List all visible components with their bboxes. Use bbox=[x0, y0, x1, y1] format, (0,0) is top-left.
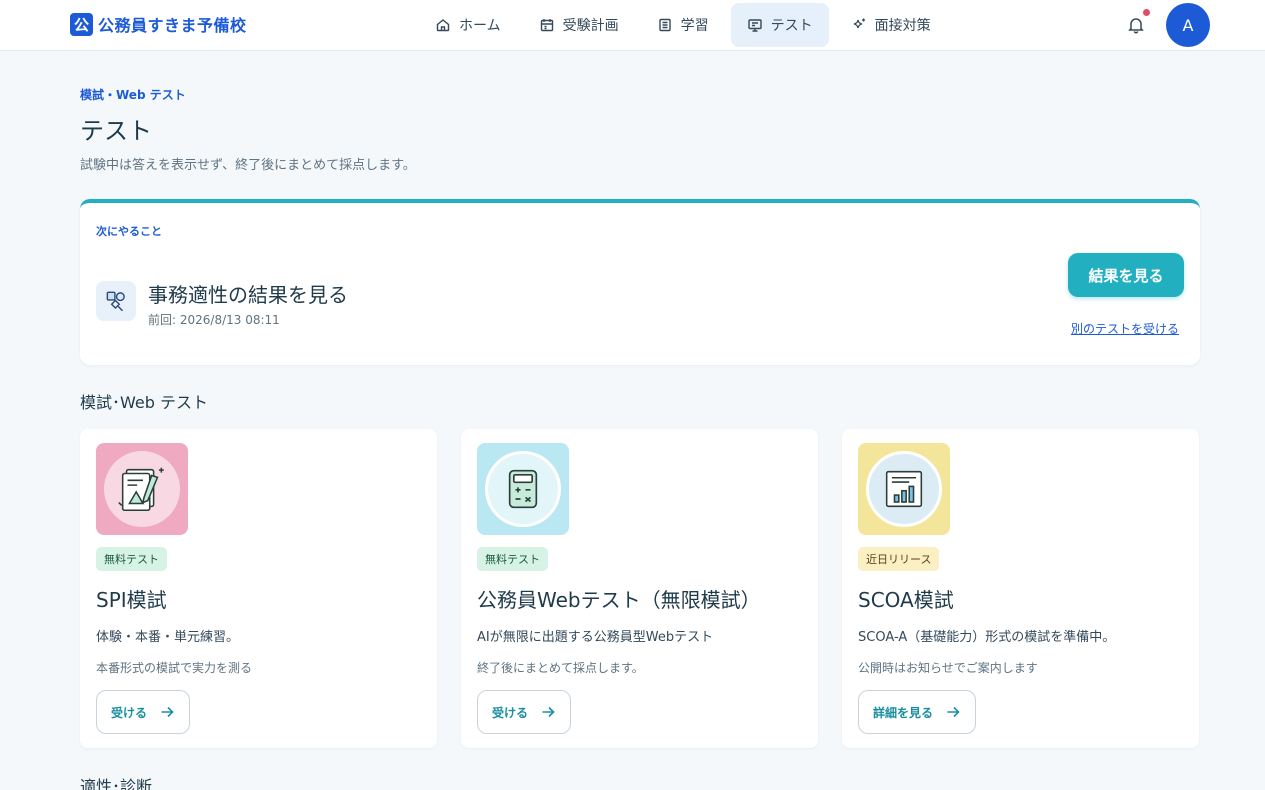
nav-item-label: 学習 bbox=[680, 18, 709, 34]
top-navigation-bar: 公 公務員すきま予備校 ホーム 受験計画 学習 テスト 面接対策 A bbox=[0, 0, 1265, 51]
card-subtext: 終了後にまとめて採点します。 bbox=[477, 661, 644, 675]
card-image bbox=[96, 443, 188, 535]
next-action-title: 事務適性の結果を見る bbox=[148, 283, 348, 307]
card-subtext: 公開時はお知らせでご案内します bbox=[858, 661, 1038, 675]
status-badge: 近日リリース bbox=[858, 547, 940, 571]
test-card-scoa: 近日リリース SCOA模試 SCOA-A（基礎能力）形式の模試を準備中。 公開時… bbox=[842, 429, 1199, 748]
arrow-right-icon bbox=[945, 704, 961, 720]
brand-name: 公務員すきま予備校 bbox=[98, 16, 247, 35]
calculator-icon bbox=[508, 469, 538, 509]
nav-item-plan[interactable]: 受験計画 bbox=[523, 3, 635, 47]
nav-item-home[interactable]: ホーム bbox=[419, 3, 517, 47]
section-title-aptitude: 適性･診断 bbox=[80, 777, 153, 790]
home-icon bbox=[435, 17, 451, 33]
take-another-test-link[interactable]: 別のテストを受ける bbox=[1071, 320, 1179, 337]
view-details-button[interactable]: 詳細を見る bbox=[858, 690, 977, 734]
brand-logo-mark: 公 bbox=[70, 12, 93, 36]
nav-item-label: 面接対策 bbox=[874, 18, 931, 34]
main-nav: ホーム 受験計画 学習 テスト 面接対策 bbox=[419, 3, 947, 47]
notification-button[interactable] bbox=[1126, 9, 1150, 35]
nav-item-study[interactable]: 学習 bbox=[641, 3, 725, 47]
section-title-mock-tests: 模試･Web テスト bbox=[80, 393, 208, 412]
view-results-button[interactable]: 結果を見る bbox=[1068, 253, 1184, 297]
book-icon bbox=[657, 17, 673, 33]
nav-item-label: ホーム bbox=[459, 18, 501, 34]
card-image bbox=[477, 443, 569, 535]
card-title: SCOA模試 bbox=[858, 588, 954, 612]
page-description: 試験中は答えを表示せず、終了後にまとめて採点します。 bbox=[80, 158, 416, 173]
calendar-icon bbox=[539, 17, 555, 33]
card-image bbox=[858, 443, 950, 535]
page-title: テスト bbox=[80, 117, 152, 145]
button-label: 詳細を見る bbox=[873, 705, 934, 720]
card-description: AIが無限に出題する公務員型Webテスト bbox=[477, 630, 714, 645]
monitor-icon bbox=[747, 17, 763, 33]
arrow-right-icon bbox=[540, 704, 556, 720]
card-description: SCOA-A（基礎能力）形式の模試を準備中。 bbox=[858, 630, 1116, 645]
next-action-card: 次にやること 事務適性の結果を見る 前回: 2026/8/13 08:11 結果… bbox=[80, 199, 1200, 365]
card-title: SPI模試 bbox=[96, 588, 167, 612]
test-card-web-test: 無料テスト 公務員Webテスト（無限模試） AIが無限に出題する公務員型Webテ… bbox=[461, 429, 818, 748]
nav-item-test[interactable]: テスト bbox=[730, 3, 829, 47]
nav-item-label: テスト bbox=[770, 18, 813, 34]
notification-dot bbox=[1143, 9, 1150, 16]
nav-item-interview[interactable]: 面接対策 bbox=[835, 3, 947, 47]
status-badge: 無料テスト bbox=[477, 547, 548, 571]
status-badge: 無料テスト bbox=[96, 547, 167, 571]
next-action-icon bbox=[96, 281, 136, 321]
take-test-button[interactable]: 受ける bbox=[477, 690, 572, 734]
card-title: 公務員Webテスト（無限模試） bbox=[477, 588, 761, 612]
next-action-last-time: 前回: 2026/8/13 08:11 bbox=[148, 313, 280, 327]
aptitude-icon bbox=[106, 291, 125, 312]
sparkle-icon bbox=[851, 17, 867, 33]
card-subtext: 本番形式の模試で実力を測る bbox=[96, 661, 253, 675]
nav-item-label: 受験計画 bbox=[562, 18, 619, 34]
brand-logo[interactable]: 公 公務員すきま予備校 bbox=[70, 12, 247, 36]
arrow-right-icon bbox=[159, 704, 175, 720]
button-label: 受ける bbox=[111, 705, 148, 720]
card-description: 体験・本番・単元練習。 bbox=[96, 630, 240, 645]
test-card-spi: 無料テスト SPI模試 体験・本番・単元練習。 本番形式の模試で実力を測る 受け… bbox=[80, 429, 437, 748]
next-action-label: 次にやること bbox=[96, 225, 162, 238]
bar-chart-icon bbox=[885, 470, 923, 508]
bell-icon bbox=[1128, 18, 1144, 34]
take-test-button[interactable]: 受ける bbox=[96, 690, 191, 734]
button-label: 受ける bbox=[492, 705, 529, 720]
document-shapes-icon bbox=[118, 467, 164, 512]
breadcrumb: 模試・Web テスト bbox=[80, 88, 186, 102]
user-avatar[interactable]: A bbox=[1166, 3, 1210, 47]
